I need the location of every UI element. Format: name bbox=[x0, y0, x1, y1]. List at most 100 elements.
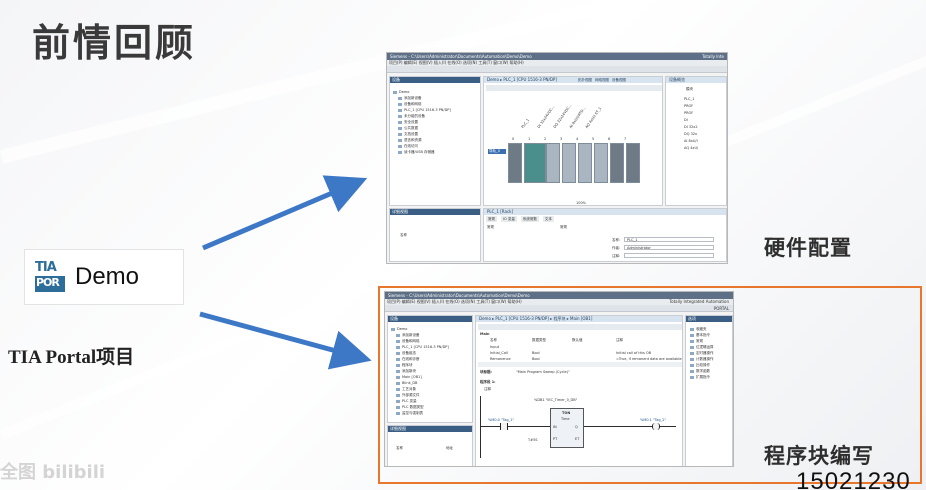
tree-item[interactable]: 添加新块 bbox=[396, 369, 472, 374]
tree-item[interactable]: 安全设置 bbox=[398, 120, 480, 125]
tree-item[interactable]: 添加新设备 bbox=[398, 96, 480, 101]
tree-item[interactable]: 设备组态 bbox=[396, 351, 472, 356]
caption-program: 程序块编写 bbox=[764, 444, 874, 468]
slot-number: 0 bbox=[512, 137, 515, 141]
partial-number: 15021230 bbox=[796, 468, 911, 490]
tree-item[interactable]: PLC_1 [CPU 1516-3 PN/DP] bbox=[398, 108, 480, 113]
tree-item[interactable]: PLC 变量 bbox=[396, 399, 472, 404]
tree-item[interactable]: Demo bbox=[391, 327, 472, 332]
rack-tag: 导轨_0 bbox=[488, 149, 506, 154]
rack-slot[interactable] bbox=[524, 143, 546, 183]
project-tree-items: Demo 添加新设备 设备和网络 PLC_1 [CPU 1516-3 PN/DP] 设备… bbox=[388, 322, 472, 416]
pt-value: T#5S bbox=[528, 438, 538, 442]
overview-row[interactable]: DI 32x2 bbox=[684, 125, 698, 129]
overview-row[interactable]: PROF bbox=[684, 111, 693, 115]
rack-slot[interactable] bbox=[562, 143, 576, 183]
prop-comment-field[interactable] bbox=[624, 253, 714, 258]
overview-row[interactable]: DQ 32x bbox=[684, 132, 697, 136]
tree-item[interactable]: 文档设置 bbox=[398, 132, 480, 137]
view-tab[interactable]: 网络视图 bbox=[595, 77, 609, 83]
interface-row-name[interactable]: Input bbox=[490, 345, 499, 349]
output-tag: %M0.1 "Tag_2" bbox=[640, 418, 667, 422]
overview-row[interactable]: AI 8xU/I bbox=[684, 139, 698, 143]
overview-row[interactable]: AQ 4xU/ bbox=[684, 146, 698, 150]
tree-item[interactable]: Blink_DB bbox=[396, 381, 472, 386]
tree-item[interactable]: 在线访问 bbox=[398, 144, 480, 149]
input-contact[interactable] bbox=[500, 423, 508, 430]
view-tab[interactable]: 拓扑视图 bbox=[578, 77, 592, 83]
prop-comment-label: 注释: bbox=[612, 254, 621, 258]
project-name: Demo bbox=[75, 263, 140, 290]
timer-pin: ET bbox=[575, 437, 580, 441]
slot-number: 1 bbox=[528, 137, 531, 141]
tree-item[interactable]: Main [OB1] bbox=[396, 375, 472, 380]
tree-item[interactable]: 设备和网络 bbox=[396, 339, 472, 344]
rack-slot[interactable] bbox=[610, 143, 624, 183]
tree-item[interactable]: PLC_1 [CPU 1516-3 PN/DP] bbox=[396, 345, 472, 350]
hardware-config-screenshot: Siemens - C:\Users\Administrator\Documen… bbox=[386, 52, 728, 264]
overview-row[interactable]: DI bbox=[684, 118, 688, 122]
timer-pin: Q bbox=[575, 425, 578, 429]
properties-tab[interactable]: 文本 bbox=[542, 216, 554, 222]
output-coil[interactable] bbox=[652, 423, 660, 430]
instruction-section[interactable]: 定时器操作 bbox=[690, 351, 732, 356]
tree-item[interactable]: 未分组的设备 bbox=[398, 114, 480, 119]
instruction-section[interactable]: 数学函数 bbox=[690, 369, 732, 374]
rack-slot[interactable] bbox=[594, 143, 608, 183]
instruction-section[interactable]: 位逻辑运算 bbox=[690, 345, 732, 350]
bilibili-watermark: 全图 bilibili bbox=[0, 462, 106, 483]
slot-number: 3 bbox=[560, 137, 563, 141]
ladder-network: %M0.0 "Tag_1" %DB1 "IEC_Timer_0_DB" TON … bbox=[480, 396, 676, 460]
tree-item[interactable]: 设备和网络 bbox=[398, 102, 480, 107]
block-editor: Demo ▸ PLC_1 [CPU 1516-3 PN/DP] ▸ 程序块 ▸ … bbox=[475, 315, 683, 466]
properties-tab[interactable]: IO 变量 bbox=[501, 216, 517, 222]
tree-item[interactable]: 外部源文件 bbox=[396, 393, 472, 398]
tree-item[interactable]: 在线和诊断 bbox=[396, 357, 472, 362]
interface-column: 数据类型 bbox=[532, 338, 546, 342]
device-overview-tab[interactable]: 设备概览 bbox=[666, 77, 726, 83]
rack-slot[interactable] bbox=[626, 143, 640, 183]
slot-number: 4 bbox=[576, 137, 579, 141]
properties-tab[interactable]: 常规 bbox=[486, 216, 497, 222]
device-view: Demo ▸ PLC_1 [CPU 1516-3 PN/DP] 拓扑视图 网络视图… bbox=[483, 76, 663, 206]
details-view: 详细视图 名称 地址 bbox=[387, 425, 473, 466]
instruction-section[interactable]: 计数器操作 bbox=[690, 357, 732, 362]
tree-item[interactable]: 程序块 bbox=[396, 363, 472, 368]
tree-item[interactable]: Demo bbox=[393, 90, 480, 95]
slot-number: 6 bbox=[608, 137, 611, 141]
overview-row[interactable]: PLC_1 bbox=[684, 97, 694, 101]
properties-section-title: 常规 bbox=[560, 225, 567, 229]
tree-item[interactable]: 添加新设备 bbox=[396, 333, 472, 338]
tree-item[interactable]: 语言和资源 bbox=[398, 138, 480, 143]
rack-slot[interactable] bbox=[508, 143, 522, 183]
tree-item[interactable]: PLC 数据类型 bbox=[396, 405, 472, 410]
instruction-section[interactable]: 基本指令 bbox=[690, 333, 732, 338]
instruction-section[interactable]: 常规 bbox=[690, 339, 732, 344]
arrow-to-hardware bbox=[202, 175, 368, 251]
tree-item[interactable]: 工艺对象 bbox=[396, 387, 472, 392]
prop-author-field[interactable]: Administrator bbox=[624, 245, 714, 250]
tree-item[interactable]: 读卡器/USB 存储器 bbox=[398, 150, 480, 155]
properties-nav-general[interactable]: 常规 bbox=[487, 225, 494, 230]
tree-item[interactable]: 公共数据 bbox=[398, 126, 480, 131]
overview-row[interactable]: PROF bbox=[684, 104, 693, 108]
interface-column: 注释 bbox=[616, 338, 623, 342]
tree-item[interactable]: 监控与强制表 bbox=[396, 411, 472, 416]
prop-name-field[interactable]: PLC_1 bbox=[624, 237, 714, 242]
overview-col-module: 模块 bbox=[686, 87, 693, 91]
rack-slot[interactable] bbox=[546, 143, 560, 183]
instruction-section[interactable]: 收藏夹 bbox=[690, 327, 732, 332]
slot-number: 7 bbox=[624, 137, 627, 141]
rack-slot[interactable] bbox=[578, 143, 592, 183]
window-title: Siemens - C:\Users\Administrator\Documen… bbox=[385, 292, 733, 299]
properties-breadcrumb: PLC_1 [Rack] bbox=[484, 209, 726, 215]
project-tile[interactable]: TIA POR Demo bbox=[24, 249, 184, 305]
instruction-section[interactable]: 比较操作 bbox=[690, 363, 732, 368]
interface-row-name[interactable]: Initial_Call bbox=[490, 351, 508, 355]
instruction-section[interactable]: 扩展指令 bbox=[690, 375, 732, 380]
properties-tab[interactable]: 系统常数 bbox=[520, 216, 539, 222]
timer-block[interactable]: TON Time IN Q PT ET bbox=[550, 408, 584, 448]
interface-row-name[interactable]: Remanence bbox=[490, 357, 511, 361]
timer-db: %DB1 "IEC_Timer_0_DB" bbox=[534, 398, 578, 402]
view-tab[interactable]: 设备视图 bbox=[612, 77, 626, 83]
